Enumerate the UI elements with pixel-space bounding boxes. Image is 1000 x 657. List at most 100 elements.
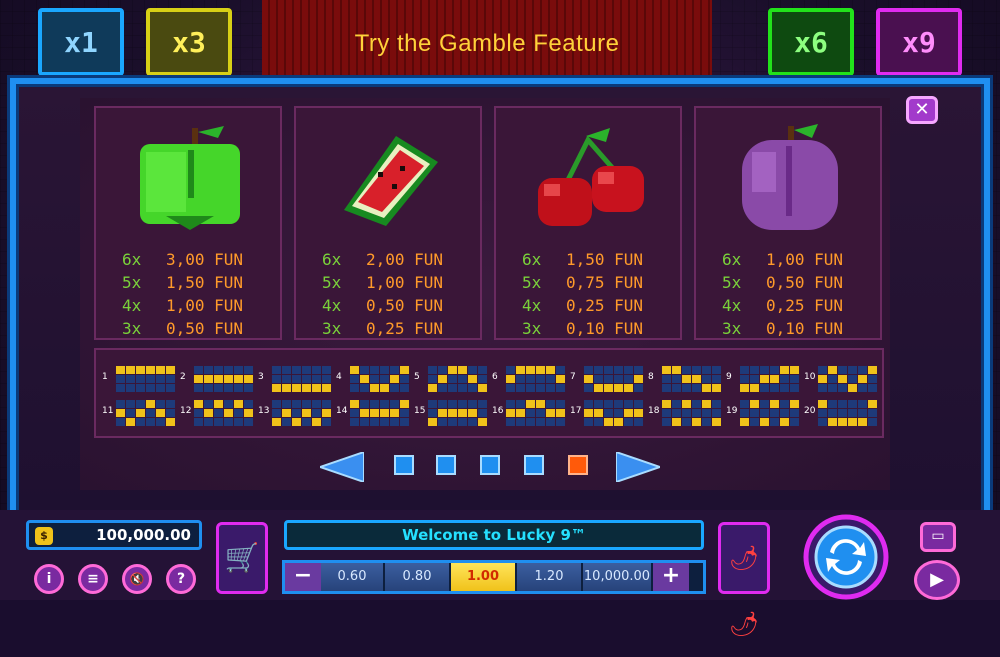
payline-cell bbox=[760, 384, 769, 392]
payline-cell bbox=[234, 375, 243, 383]
payline-cell bbox=[458, 375, 467, 383]
payline: 5 bbox=[414, 364, 492, 396]
payline-cell bbox=[468, 366, 477, 374]
pay-count: 3x bbox=[722, 319, 742, 338]
payline-cell bbox=[194, 366, 203, 374]
increase-bet-button[interactable]: + bbox=[653, 563, 689, 591]
decrease-bet-button[interactable]: − bbox=[285, 563, 321, 591]
payline: 2 bbox=[180, 364, 258, 396]
bet-option[interactable]: 0.80 bbox=[385, 563, 451, 591]
payline-cell bbox=[790, 366, 799, 374]
page-dot-4[interactable] bbox=[524, 455, 544, 475]
menu-button[interactable]: ≡ bbox=[78, 564, 108, 594]
payline-cell bbox=[400, 418, 409, 426]
payline-cell bbox=[692, 409, 701, 417]
payline-cell bbox=[868, 400, 877, 408]
payline-cell bbox=[136, 400, 145, 408]
payline-cell bbox=[780, 366, 789, 374]
pay-count: 4x bbox=[122, 296, 142, 315]
payline-cell bbox=[204, 409, 213, 417]
payline-cell bbox=[214, 418, 223, 426]
payline-cell bbox=[390, 375, 399, 383]
payline-cell bbox=[624, 400, 633, 408]
payline-pattern bbox=[194, 400, 253, 426]
payline: 11 bbox=[102, 398, 180, 430]
payline-cell bbox=[350, 418, 359, 426]
pay-count: 6x bbox=[722, 250, 742, 269]
page-dot-5[interactable] bbox=[568, 455, 588, 475]
cart-icon[interactable]: 🛒 bbox=[216, 522, 268, 594]
pay-row: 4x 0,50 FUN bbox=[322, 294, 443, 317]
payline-cell bbox=[526, 366, 535, 374]
pay-amount: 0,10 FUN bbox=[566, 319, 644, 338]
payline-number: 18 bbox=[648, 406, 660, 416]
payline-cell bbox=[760, 375, 769, 383]
pay-row: 3x 0,25 FUN bbox=[322, 317, 443, 340]
payline-cell bbox=[244, 409, 253, 417]
payline-cell bbox=[780, 400, 789, 408]
payline-number: 2 bbox=[180, 372, 186, 382]
pay-count: 4x bbox=[322, 296, 342, 315]
help-button[interactable]: ? bbox=[166, 564, 196, 594]
payline-number: 19 bbox=[726, 406, 738, 416]
sound-button[interactable]: 🔇 bbox=[122, 564, 152, 594]
payline-cell bbox=[478, 375, 487, 383]
payline-cell bbox=[478, 418, 487, 426]
page-dot-1[interactable] bbox=[394, 455, 414, 475]
payline-cell bbox=[302, 366, 311, 374]
payline-cell bbox=[536, 384, 545, 392]
payline-cell bbox=[166, 400, 175, 408]
page-dot-2[interactable] bbox=[436, 455, 456, 475]
close-icon[interactable]: ✕ bbox=[906, 96, 938, 124]
chat-icon[interactable]: ▭ bbox=[920, 522, 956, 552]
payline-cell bbox=[828, 366, 837, 374]
bet-option-selected[interactable]: 1.00 bbox=[451, 563, 517, 591]
payline-cell bbox=[584, 400, 593, 408]
next-page-button[interactable] bbox=[616, 452, 660, 482]
autoplay-icon[interactable]: ▶ bbox=[914, 560, 960, 600]
page-dot-3[interactable] bbox=[480, 455, 500, 475]
bet-option[interactable]: 0.60 bbox=[321, 563, 385, 591]
payline-cell bbox=[448, 418, 457, 426]
payline-cell bbox=[692, 375, 701, 383]
pay-count: 5x bbox=[322, 273, 342, 292]
info-button[interactable]: i bbox=[34, 564, 64, 594]
previous-page-button[interactable] bbox=[320, 452, 364, 482]
pay-row: 6x 1,00 FUN bbox=[722, 248, 843, 271]
payline-cell bbox=[146, 400, 155, 408]
spin-icon[interactable] bbox=[790, 514, 902, 600]
payline-cell bbox=[740, 384, 749, 392]
paylines-panel: 1 2 3 4 5 6 7 8 9 10 11 12 13 14 15 16 17 18 19 20 bbox=[94, 348, 884, 438]
bet-option[interactable]: 10,000.00 bbox=[583, 563, 653, 591]
payline-cell bbox=[400, 375, 409, 383]
payline-cell bbox=[516, 366, 525, 374]
pay-row: 3x 0,50 FUN bbox=[122, 317, 243, 340]
payline: 19 bbox=[726, 398, 804, 430]
payline-cell bbox=[156, 366, 165, 374]
payline-cell bbox=[868, 366, 877, 374]
payline-pattern bbox=[428, 400, 487, 426]
payline-pattern bbox=[506, 400, 565, 426]
pay-amount: 0,75 FUN bbox=[566, 273, 644, 292]
payline-cell bbox=[702, 418, 711, 426]
chili-icon[interactable]: 🌶🌶 bbox=[718, 522, 770, 638]
payline-cell bbox=[244, 400, 253, 408]
payline-cell bbox=[634, 366, 643, 374]
payline-cell bbox=[204, 375, 213, 383]
payline-cell bbox=[448, 375, 457, 383]
payline-cell bbox=[166, 409, 175, 417]
payline-cell bbox=[604, 400, 613, 408]
pay-row: 5x 0,50 FUN bbox=[722, 271, 843, 294]
payline-cell bbox=[506, 400, 515, 408]
payline-cell bbox=[604, 409, 613, 417]
payline-cell bbox=[360, 384, 369, 392]
payline-cell bbox=[584, 366, 593, 374]
multiplier-x6: x6 bbox=[768, 8, 854, 76]
payline-cell bbox=[770, 375, 779, 383]
bet-option[interactable]: 1.20 bbox=[517, 563, 583, 591]
payline-pattern bbox=[350, 366, 409, 392]
payline-cell bbox=[858, 366, 867, 374]
banner-text: Try the Gamble Feature bbox=[354, 30, 620, 57]
payline-pattern bbox=[350, 400, 409, 426]
payline-cell bbox=[428, 409, 437, 417]
